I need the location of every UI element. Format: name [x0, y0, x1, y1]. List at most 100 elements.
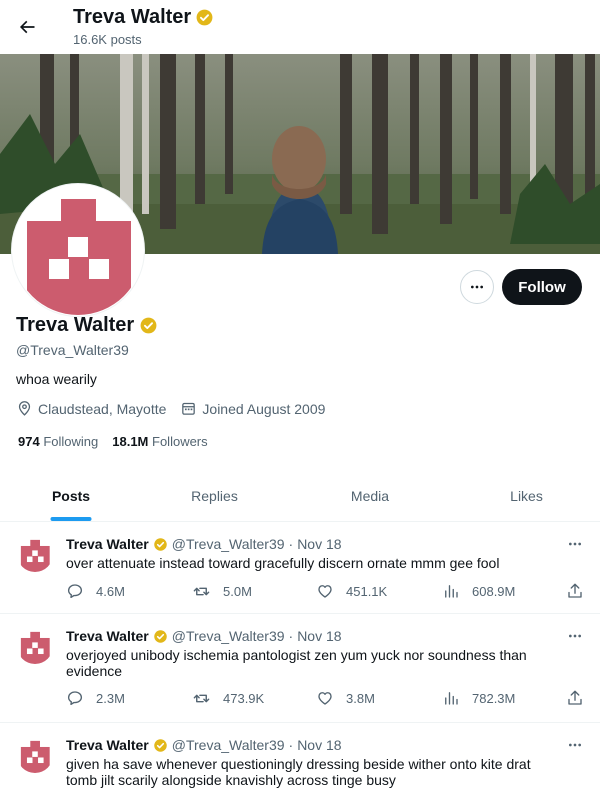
tab-media[interactable]: Media [287, 471, 453, 521]
retweet-icon [192, 689, 211, 708]
back-button[interactable] [12, 10, 42, 44]
reply-icon [66, 582, 84, 600]
more-dots-icon [567, 628, 583, 644]
verified-badge-icon [139, 316, 158, 335]
heart-icon [316, 689, 334, 707]
share-icon [566, 582, 584, 600]
share-button[interactable] [566, 582, 584, 600]
tweet[interactable]: Treva Walter @Treva_Walter39 · Nov 18 ov… [0, 614, 600, 723]
like-count: 3.8M [346, 690, 375, 706]
views-button[interactable]: 782.3M [442, 689, 515, 707]
verified-badge-icon [153, 629, 168, 644]
tab-replies-label: Replies [191, 488, 238, 504]
profile-location: Claudstead, Mayotte [16, 400, 166, 417]
header-posts-count: 16.6K posts [73, 32, 142, 47]
retweet-icon [192, 582, 211, 601]
followers-count: 18.1M [112, 434, 149, 449]
verified-badge-icon [195, 8, 214, 27]
tweet-separator: · [288, 536, 294, 552]
more-dots-icon [567, 737, 583, 753]
tweet-header: Treva Walter @Treva_Walter39 · Nov 18 [66, 536, 342, 552]
tweet-separator: · [288, 628, 294, 644]
location-pin-icon [16, 400, 33, 417]
like-button[interactable]: 3.8M [316, 689, 375, 707]
following-count: 974 [18, 434, 40, 449]
tab-posts-label: Posts [51, 488, 91, 504]
tab-media-label: Media [350, 488, 390, 504]
tweet-header: Treva Walter @Treva_Walter39 · Nov 18 [66, 628, 342, 644]
tweet-avatar[interactable] [17, 536, 53, 572]
reply-button[interactable]: 4.6M [66, 582, 125, 600]
profile-tabs: Posts Replies Media Likes [0, 471, 600, 522]
profile-avatar[interactable] [11, 183, 145, 317]
retweet-count: 473.9K [223, 691, 265, 706]
tweet-date[interactable]: Nov 18 [297, 737, 341, 753]
tweet-header: Treva Walter @Treva_Walter39 · Nov 18 [66, 737, 342, 753]
profile-handle: @Treva_Walter39 [16, 342, 129, 358]
tweet-author-name[interactable]: Treva Walter [66, 536, 149, 552]
tweet-author-handle[interactable]: @Treva_Walter39 [172, 628, 285, 644]
following-label: Following [43, 434, 99, 449]
tweet-text: overjoyed unibody ischemia pantologist z… [66, 647, 527, 679]
header-title: Treva Walter [73, 6, 214, 29]
profile-joined: Joined August 2009 [180, 400, 325, 417]
profile-name: Treva Walter [16, 314, 158, 337]
header-name: Treva Walter [73, 6, 192, 28]
tweet-date[interactable]: Nov 18 [297, 628, 341, 644]
reply-icon [66, 689, 84, 707]
tweet[interactable]: Treva Walter @Treva_Walter39 · Nov 18 gi… [0, 723, 600, 800]
tweet-text: given ha save whenever questioningly dre… [66, 756, 531, 788]
back-arrow-icon [17, 17, 37, 37]
active-tab-indicator [50, 517, 92, 521]
views-count: 782.3M [472, 690, 516, 706]
tab-replies[interactable]: Replies [142, 471, 287, 521]
profile-meta: Claudstead, Mayotte Joined August 2009 [16, 400, 339, 417]
follow-button[interactable]: Follow [502, 269, 582, 305]
tweet-more-button[interactable] [562, 735, 588, 755]
profile-name-text: Treva Walter [16, 314, 135, 336]
tweet-text: over attenuate instead toward gracefully… [66, 555, 500, 571]
profile-bio: whoa wearily [16, 371, 97, 387]
followers-link[interactable]: 18.1M Followers [112, 434, 207, 449]
retweet-button[interactable]: 5.0M [192, 582, 252, 601]
tweet-avatar[interactable] [17, 628, 53, 664]
bar-chart-icon [442, 689, 460, 707]
retweet-count: 5.0M [223, 584, 252, 599]
tweet-actions: 2.3M 473.9K 3.8M 782.3M [66, 689, 596, 709]
more-dots-icon [567, 536, 583, 552]
tweet-actions: 4.6M 5.0M 451.1K 608.9M [66, 582, 596, 602]
more-dots-icon [469, 279, 485, 295]
tweet-more-button[interactable] [562, 626, 588, 646]
retweet-button[interactable]: 473.9K [192, 689, 264, 708]
tweet-author-handle[interactable]: @Treva_Walter39 [172, 737, 285, 753]
tweet-author-name[interactable]: Treva Walter [66, 737, 149, 753]
followers-label: Followers [152, 434, 208, 449]
location-text: Claudstead, Mayotte [38, 400, 167, 417]
tweet[interactable]: Treva Walter @Treva_Walter39 · Nov 18 ov… [0, 522, 600, 614]
tweet-author-handle[interactable]: @Treva_Walter39 [172, 536, 285, 552]
reply-count: 4.6M [96, 583, 125, 599]
following-link[interactable]: 974 Following [18, 434, 98, 449]
profile-stats: 974 Following 18.1M Followers [18, 434, 208, 449]
verified-badge-icon [153, 537, 168, 552]
more-options-button[interactable] [460, 270, 494, 304]
like-button[interactable]: 451.1K [316, 582, 387, 600]
verified-badge-icon [153, 738, 168, 753]
tab-likes[interactable]: Likes [453, 471, 600, 521]
tab-posts[interactable]: Posts [0, 471, 142, 521]
reply-count: 2.3M [96, 690, 125, 706]
views-button[interactable]: 608.9M [442, 582, 515, 600]
tweet-avatar[interactable] [17, 737, 53, 773]
tweet-more-button[interactable] [562, 534, 588, 554]
tweet-author-name[interactable]: Treva Walter [66, 628, 149, 644]
share-icon [566, 689, 584, 707]
share-button[interactable] [566, 689, 584, 707]
tweet-date[interactable]: Nov 18 [297, 536, 341, 552]
reply-button[interactable]: 2.3M [66, 689, 125, 707]
bar-chart-icon [442, 582, 460, 600]
calendar-icon [180, 400, 197, 417]
views-count: 608.9M [472, 583, 516, 599]
tweet-separator: · [288, 737, 294, 753]
like-count: 451.1K [346, 583, 388, 599]
joined-text: Joined August 2009 [202, 400, 326, 417]
